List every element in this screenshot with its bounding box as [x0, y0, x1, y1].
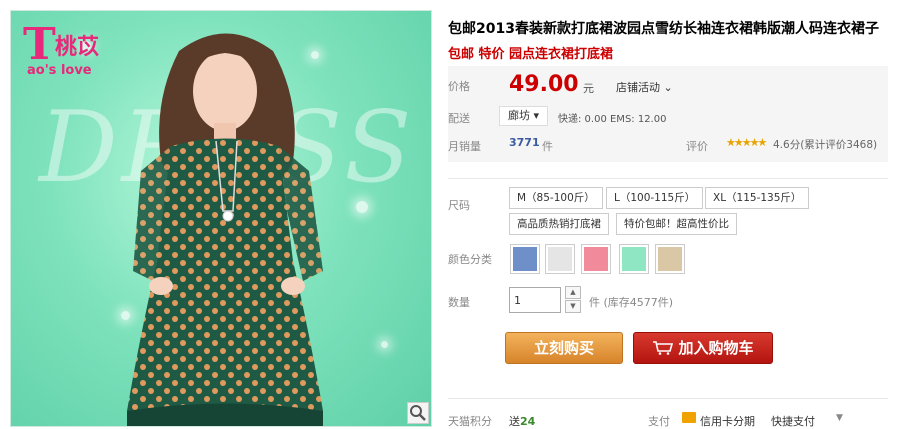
points-label: 天猫积分 — [448, 415, 492, 428]
color-swatch-blue[interactable] — [510, 244, 540, 274]
size-option-xl[interactable]: XL（115-135斤） — [705, 187, 810, 209]
sales-label: 月销量 — [448, 140, 481, 153]
product-image[interactable]: DRESS T 桃苡 ao's love — [10, 10, 432, 427]
divider — [448, 178, 888, 179]
quantity-input[interactable] — [509, 287, 561, 313]
credit-card-icon — [682, 412, 696, 423]
points-value: 送24 — [509, 415, 536, 428]
zoom-icon[interactable] — [407, 402, 429, 424]
installment-link[interactable]: 信用卡分期 — [700, 413, 755, 429]
color-swatch-mint[interactable] — [619, 244, 649, 274]
price-value: 49.00 — [509, 72, 579, 97]
color-swatch-pink[interactable] — [581, 244, 611, 274]
chevron-down-icon: ▾ — [530, 109, 540, 122]
shipping-fee: 快递: 0.00 EMS: 12.00 — [558, 114, 667, 125]
divider — [448, 398, 888, 399]
rating-stars-icon: ★★★★★ — [726, 136, 767, 149]
store-promo-dropdown[interactable]: 店铺活动 ⌄ — [616, 79, 673, 95]
product-subtitle: 包邮 特价 园点连衣裙打底裙 — [448, 47, 614, 62]
product-title: 包邮2013春装新款打底裙波园点雪纺长袖连衣裙韩版潮人码连衣裙子 — [448, 21, 879, 37]
color-label: 颜色分类 — [448, 253, 492, 266]
price-unit: 元 — [583, 82, 594, 95]
color-swatch-beige[interactable] — [655, 244, 685, 274]
size-option-m[interactable]: M（85-100斤） — [509, 187, 603, 209]
ship-from-select[interactable]: 廊坊 ▾ — [499, 106, 549, 126]
shipping-label: 配送 — [448, 112, 470, 125]
sales-unit: 件 — [542, 140, 553, 153]
chevron-down-icon: ⌄ — [660, 81, 673, 94]
size-option-l[interactable]: L（100-115斤） — [606, 187, 704, 209]
color-swatch-dress[interactable] — [545, 244, 575, 274]
quantity-decrease-icon[interactable]: ▼ — [565, 300, 581, 313]
brand-logo: T 桃苡 ao's love — [23, 19, 100, 78]
size-option-promo[interactable]: 特价包邮！超高性价比 — [616, 213, 737, 235]
rating-label: 评价 — [686, 140, 708, 153]
chevron-down-icon[interactable]: ▼ — [836, 413, 843, 423]
quick-pay-link[interactable]: 快捷支付 — [771, 413, 815, 429]
quantity-label: 数量 — [448, 296, 470, 309]
size-label: 尺码 — [448, 199, 470, 212]
sales-value: 3771 — [509, 136, 540, 149]
stock-info: 件 (库存4577件) — [589, 296, 674, 309]
quantity-increase-icon[interactable]: ▲ — [565, 286, 581, 299]
buy-now-button[interactable]: 立刻购买 — [505, 332, 623, 364]
add-to-cart-button[interactable]: 加入购物车 — [633, 332, 773, 364]
cart-icon — [653, 341, 674, 355]
payment-label: 支付 — [648, 415, 670, 428]
price-section: 价格 49.00 元 店铺活动 ⌄ 配送 廊坊 ▾ 快递: 0.00 EMS: … — [448, 66, 888, 162]
price-label: 价格 — [448, 80, 470, 93]
product-info-panel: 包邮2013春装新款打底裙波园点雪纺长袖连衣裙韩版潮人码连衣裙子 包邮 特价 园… — [448, 0, 900, 429]
size-option-quality[interactable]: 高品质热销打底裙 — [509, 213, 609, 235]
rating-link[interactable]: 4.6分(累计评价3468) — [773, 137, 877, 152]
